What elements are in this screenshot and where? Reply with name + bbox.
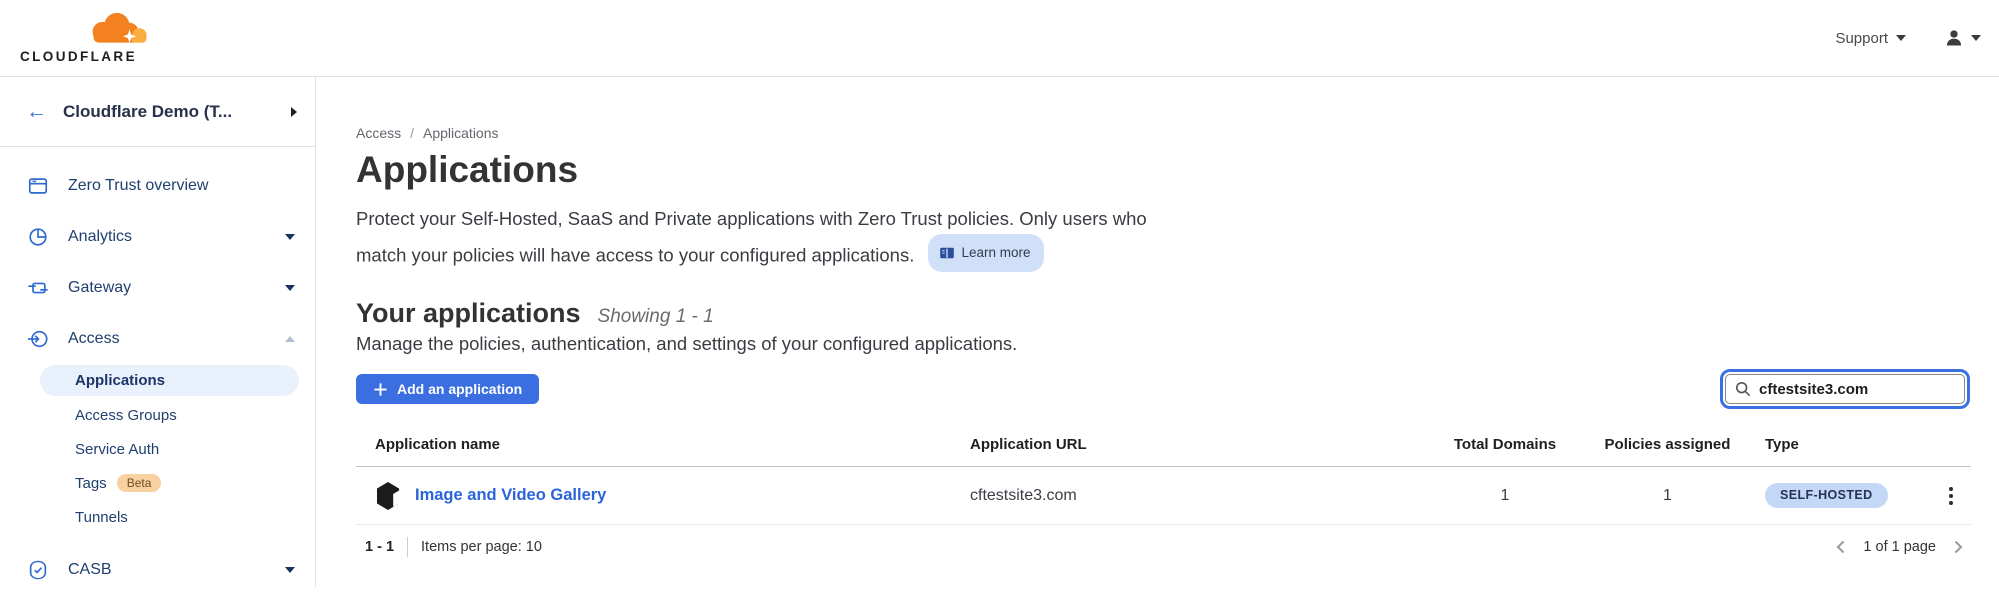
sidebar-item-label: CASB	[68, 561, 112, 579]
section-subheading: Manage the policies, authentication, and…	[356, 333, 1971, 355]
column-header-application-url: Application URL	[970, 436, 1430, 453]
search-box	[1725, 374, 1965, 404]
overview-window-icon	[27, 175, 49, 197]
account-name[interactable]: Cloudflare Demo (T...	[63, 102, 275, 122]
sidebar-item-casb[interactable]: CASB	[0, 544, 315, 595]
sidebar-item-label: Gateway	[68, 279, 131, 297]
items-per-page[interactable]: Items per page: 10	[421, 539, 542, 555]
access-subnav: Applications Access Groups Service Auth …	[0, 364, 315, 534]
cloudflare-logo: CLOUDFLARE	[20, 12, 152, 64]
sidebar-item-label: Access Groups	[75, 407, 177, 424]
column-header-type: Type	[1755, 436, 1931, 453]
total-domains-cell: 1	[1430, 487, 1580, 505]
chevron-down-icon	[1896, 35, 1906, 41]
learn-more-chip[interactable]: Learn more	[928, 234, 1044, 272]
row-actions-cell	[1931, 483, 1971, 509]
previous-page-icon[interactable]	[1834, 539, 1848, 555]
plus-icon	[373, 382, 388, 397]
page-description-line2: match your policies will have access to …	[356, 245, 914, 266]
sidebar-item-tunnels[interactable]: Tunnels	[0, 500, 315, 534]
sidebar-item-applications[interactable]: Applications	[40, 365, 299, 396]
search-input[interactable]	[1725, 374, 1965, 404]
applications-table: Application name Application URL Total D…	[356, 436, 1971, 525]
page-layout: ← Cloudflare Demo (T... Zero Trust overv…	[0, 77, 1999, 587]
chevron-up-icon[interactable]	[285, 336, 295, 342]
gateway-icon	[27, 277, 49, 299]
sidebar-item-gateway[interactable]: Gateway	[0, 262, 315, 313]
sidebar-item-label: Tags	[75, 475, 107, 492]
chevron-right-icon[interactable]	[291, 107, 297, 117]
application-link[interactable]: Image and Video Gallery	[415, 486, 606, 505]
sidebar-nav: Zero Trust overview Analytics	[0, 147, 315, 595]
chevron-down-icon[interactable]	[285, 234, 295, 240]
support-menu[interactable]: Support	[1835, 30, 1906, 47]
page-indicator: 1 of 1 page	[1863, 539, 1936, 555]
casb-check-icon	[27, 559, 49, 581]
analytics-pie-icon	[27, 226, 49, 248]
sidebar-item-label: Service Auth	[75, 441, 159, 458]
type-badge: SELF-HOSTED	[1765, 483, 1888, 508]
breadcrumb: Access / Applications	[356, 125, 1971, 141]
sidebar-item-analytics[interactable]: Analytics	[0, 211, 315, 262]
breadcrumb-applications[interactable]: Applications	[423, 125, 499, 141]
table-controls: Add an application	[356, 374, 1971, 404]
section-header: Your applications Showing 1 - 1	[356, 298, 1971, 329]
sidebar-item-zero-trust-overview[interactable]: Zero Trust overview	[0, 160, 315, 211]
add-application-button[interactable]: Add an application	[356, 374, 539, 404]
type-cell: SELF-HOSTED	[1755, 483, 1931, 508]
next-page-icon[interactable]	[1951, 539, 1965, 555]
cloudflare-cloud-icon	[82, 12, 150, 48]
topbar: CLOUDFLARE Support	[0, 0, 1999, 77]
pagination-divider	[407, 537, 408, 557]
table-row: Image and Video Gallery cftestsite3.com …	[356, 467, 1971, 525]
breadcrumb-separator: /	[410, 125, 414, 141]
page-description-line1: Protect your Self-Hosted, SaaS and Priva…	[356, 208, 1147, 229]
beta-badge: Beta	[117, 474, 162, 492]
application-cube-icon	[375, 481, 401, 511]
chevron-down-icon	[1971, 35, 1981, 41]
cloudflare-wordmark: CLOUDFLARE	[20, 49, 152, 64]
sidebar-item-label: Access	[68, 330, 120, 348]
sidebar-item-label: Applications	[75, 372, 165, 389]
application-url-cell: cftestsite3.com	[970, 487, 1430, 505]
showing-count: Showing 1 - 1	[598, 306, 714, 328]
sidebar: ← Cloudflare Demo (T... Zero Trust overv…	[0, 77, 316, 587]
pagination: 1 - 1 Items per page: 10 1 of 1 page	[356, 537, 1971, 557]
sidebar-item-tags[interactable]: Tags Beta	[0, 466, 315, 500]
application-name-cell: Image and Video Gallery	[356, 481, 970, 511]
column-header-total-domains: Total Domains	[1430, 436, 1580, 453]
chevron-down-icon[interactable]	[285, 285, 295, 291]
policies-assigned-cell: 1	[1580, 487, 1755, 505]
section-title: Your applications	[356, 298, 581, 329]
table-header-row: Application name Application URL Total D…	[356, 436, 1971, 467]
chevron-down-icon[interactable]	[285, 567, 295, 573]
pagination-left: 1 - 1 Items per page: 10	[356, 537, 542, 557]
column-header-policies-assigned: Policies assigned	[1580, 436, 1755, 453]
breadcrumb-access[interactable]: Access	[356, 125, 401, 141]
sidebar-account-header: ← Cloudflare Demo (T...	[0, 77, 315, 147]
search-icon	[1735, 381, 1751, 397]
book-icon	[939, 246, 955, 260]
topbar-right: Support	[1835, 28, 1985, 48]
access-login-icon	[27, 328, 49, 350]
main-content: Access / Applications Applications Prote…	[316, 77, 1999, 587]
add-application-label: Add an application	[397, 381, 522, 397]
sidebar-item-access-groups[interactable]: Access Groups	[0, 398, 315, 432]
learn-more-label: Learn more	[962, 237, 1031, 268]
kebab-menu-icon[interactable]	[1931, 483, 1971, 509]
page-description: Protect your Self-Hosted, SaaS and Priva…	[356, 203, 1971, 272]
sidebar-item-access[interactable]: Access	[0, 313, 315, 364]
sidebar-item-label: Analytics	[68, 228, 132, 246]
support-label: Support	[1835, 30, 1888, 47]
user-menu[interactable]	[1944, 28, 1981, 48]
back-arrow-icon[interactable]: ←	[26, 101, 47, 122]
pagination-right: 1 of 1 page	[1834, 539, 1965, 555]
user-icon	[1944, 28, 1964, 48]
sidebar-item-label: Zero Trust overview	[68, 177, 208, 195]
column-header-application-name: Application name	[356, 436, 970, 453]
page-title: Applications	[356, 149, 1971, 191]
sidebar-item-label: Tunnels	[75, 509, 128, 526]
sidebar-item-service-auth[interactable]: Service Auth	[0, 432, 315, 466]
pagination-range: 1 - 1	[365, 539, 394, 555]
